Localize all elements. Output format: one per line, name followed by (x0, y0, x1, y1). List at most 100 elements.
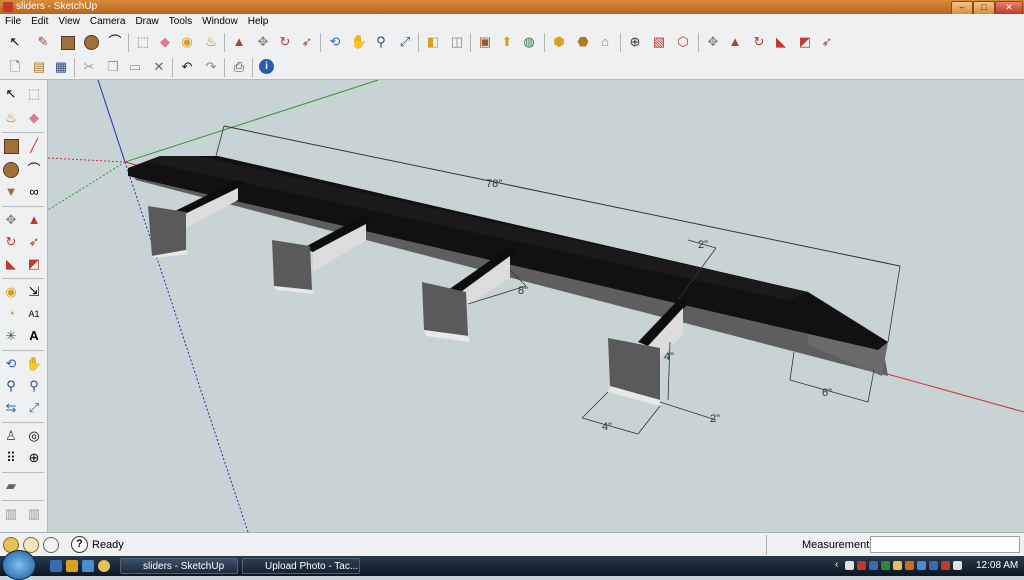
menu-camera[interactable]: Camera (85, 14, 131, 29)
tray-app-icon-3[interactable] (893, 561, 902, 570)
dimension-foot-height-label[interactable]: 4" (664, 351, 674, 363)
move-tool-icon[interactable]: ✥ (1, 210, 21, 230)
iso-view-icon[interactable]: ⬡ (674, 33, 692, 51)
network-icon[interactable] (845, 561, 854, 570)
rotate-icon-2[interactable]: ↻ (750, 33, 768, 51)
sandbox-icon[interactable]: ▰ (1, 476, 21, 496)
taskbar-item-upload-photo[interactable]: Upload Photo - Tac... (242, 558, 360, 574)
move-icon[interactable]: ✥ (254, 33, 272, 51)
pushpull-tool-icon[interactable]: ▲ (24, 210, 44, 230)
previous-view-icon[interactable]: ⇆ (1, 398, 21, 418)
follow-me-icon-2[interactable]: ➶ (818, 33, 836, 51)
followme-tool-icon[interactable]: ➶ (24, 232, 44, 252)
dimension-foot-width-label[interactable]: 4" (602, 421, 612, 433)
paste-icon[interactable]: ▭ (126, 58, 144, 76)
redo-icon[interactable]: ↷ (202, 58, 220, 76)
sandbox-from-scratch-icon[interactable]: ▥ (24, 504, 44, 524)
media-player-icon[interactable] (98, 560, 110, 572)
orbit-tool-icon[interactable]: ⟲ (1, 354, 21, 374)
help-icon[interactable]: ? (71, 536, 88, 553)
dimension-foot-depth-label[interactable]: 2" (710, 413, 720, 425)
tape-measure-icon[interactable]: ◉ (178, 33, 196, 51)
undo-icon[interactable]: ↶ (178, 58, 196, 76)
close-button[interactable]: ✕ (995, 1, 1023, 15)
offset-tool-icon[interactable]: ◩ (24, 254, 44, 274)
select-icon[interactable]: ↖ (1, 84, 21, 104)
display-section-icon[interactable]: ◫ (448, 33, 466, 51)
get-models-icon[interactable]: ▣ (476, 33, 494, 51)
zoom-tool-icon[interactable]: ⚲ (1, 376, 21, 396)
dimension-cross-gap-label[interactable]: 8" (518, 285, 528, 297)
orbit-icon[interactable]: ⟲ (326, 33, 344, 51)
dimension-top-width-label[interactable]: 2" (698, 239, 708, 251)
zoom-icon[interactable]: ⚲ (372, 33, 390, 51)
select-tool-icon[interactable]: ↖ (6, 33, 24, 51)
tray-app-icon-7[interactable] (941, 561, 950, 570)
move-icon-2[interactable]: ✥ (704, 33, 722, 51)
ie-icon[interactable] (82, 560, 94, 572)
antivirus-icon[interactable] (857, 561, 866, 570)
rotate-icon[interactable]: ↻ (276, 33, 294, 51)
3d-text-tool-icon[interactable]: A (24, 326, 44, 346)
menu-view[interactable]: View (53, 14, 85, 29)
position-camera-icon[interactable]: ⊕ (626, 33, 644, 51)
maximize-button[interactable]: □ (973, 1, 995, 15)
rectangle-icon[interactable] (4, 139, 19, 154)
model-info-icon[interactable]: i (259, 59, 274, 74)
tray-app-icon-4[interactable] (905, 561, 914, 570)
offset-icon[interactable]: ◩ (796, 33, 814, 51)
minimize-button[interactable]: – (951, 1, 973, 15)
pan-hand-icon[interactable]: ✋ (350, 33, 368, 51)
model-canvas[interactable]: 78" 2" 8" 6" 4" 4" 2" (48, 80, 1024, 532)
user-icon[interactable] (43, 537, 59, 553)
measurements-input[interactable] (870, 536, 1020, 553)
eraser-tool-icon[interactable]: ◆ (24, 108, 44, 128)
front-view-icon[interactable]: ▧ (650, 33, 668, 51)
tray-expand-icon[interactable]: ‹ (835, 559, 838, 570)
follow-me-icon[interactable]: ➶ (298, 33, 316, 51)
axes-tool-icon[interactable]: ✳ (1, 326, 21, 346)
google-earth-icon[interactable]: ◍ (520, 33, 538, 51)
scale-icon[interactable]: ◣ (772, 33, 790, 51)
copy-icon[interactable]: ❐ (104, 58, 122, 76)
styles-icon[interactable]: ⌂ (596, 33, 614, 51)
volume-icon[interactable] (953, 561, 962, 570)
show-desktop-icon[interactable] (50, 560, 62, 572)
tray-app-icon-1[interactable] (869, 561, 878, 570)
menu-tools[interactable]: Tools (164, 14, 197, 29)
clock[interactable]: 12:08 AM (976, 560, 1018, 571)
paint-icon[interactable]: ♨ (1, 108, 21, 128)
materials-icon[interactable]: ⬣ (574, 33, 592, 51)
dimension-line-foot-depth[interactable] (659, 401, 717, 421)
taskbar-item-sketchup[interactable]: sliders - SketchUp (120, 558, 238, 574)
pan-tool-icon[interactable]: ✋ (24, 354, 44, 374)
menu-edit[interactable]: Edit (26, 14, 53, 29)
rectangle-tool-icon[interactable] (61, 36, 75, 50)
cut-icon[interactable]: ✂ (80, 58, 98, 76)
save-icon[interactable]: ▦ (52, 58, 70, 76)
rotate-tool-icon[interactable]: ↻ (1, 232, 21, 252)
section-plane-icon[interactable]: ◧ (424, 33, 442, 51)
tray-app-icon-6[interactable] (929, 561, 938, 570)
menu-window[interactable]: Window (197, 14, 243, 29)
position-camera-tool-icon[interactable]: ♙ (1, 426, 21, 446)
new-file-icon[interactable]: 🗋 (6, 58, 24, 76)
menu-draw[interactable]: Draw (130, 14, 163, 29)
dimension-tool-icon[interactable]: ⇲ (24, 282, 44, 302)
paint-bucket-icon[interactable]: ♨ (202, 33, 220, 51)
dimension-end-width-label[interactable]: 6" (822, 387, 832, 399)
zoom-extents-icon[interactable]: ⤢ (396, 33, 414, 51)
delete-icon[interactable]: ✕ (150, 58, 168, 76)
arc-tool-icon[interactable]: ⌒ (106, 33, 124, 51)
make-component-icon[interactable]: ⬚ (134, 33, 152, 51)
scale-tool-icon[interactable]: ◣ (1, 254, 21, 274)
line-icon[interactable]: ╱ (24, 136, 44, 156)
text-tool-icon[interactable]: A1 (24, 304, 44, 324)
protractor-tool-icon[interactable]: ◔ (1, 304, 21, 324)
zoom-extents-tool-icon[interactable]: ⤢ (24, 398, 44, 418)
freehand-icon[interactable]: ∞ (24, 182, 44, 202)
push-pull-icon[interactable]: ▲ (230, 33, 248, 51)
print-icon[interactable]: ⎙ (230, 58, 248, 76)
menu-file[interactable]: File (0, 14, 26, 29)
walk-icon[interactable]: ⠿ (1, 448, 21, 468)
